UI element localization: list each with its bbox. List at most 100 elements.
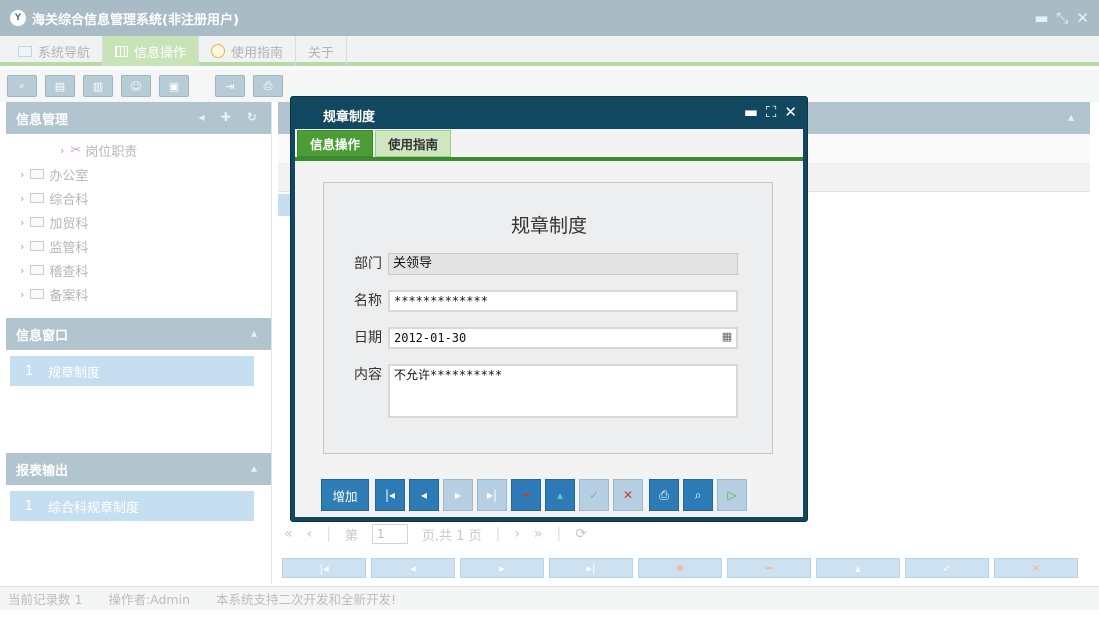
status-notice: 本系统支持二次开发和全新开发!: [216, 592, 397, 607]
list-item[interactable]: 1 规章制度: [10, 356, 254, 386]
date-field[interactable]: 2012-01-30: [388, 327, 738, 349]
tree-item[interactable]: › 综合科: [6, 186, 271, 210]
minimize-icon[interactable]: ▬: [744, 103, 758, 121]
name-row: 名称 *************: [354, 290, 738, 312]
tree-item[interactable]: › 办公室: [6, 162, 271, 186]
last-record-button[interactable]: ▸|: [477, 479, 507, 511]
form-heading: 规章制度: [510, 215, 587, 237]
delete-record-button[interactable]: ━: [727, 558, 811, 578]
tree-item[interactable]: › 稽查科: [6, 258, 271, 282]
tree-view: › ✂ 岗位职责 › 办公室 › 综合科 › 加贸科 › 监管科 › 稽查科 ›…: [6, 134, 271, 318]
add-button[interactable]: 增加: [321, 479, 369, 511]
tree-item[interactable]: › 监管科: [6, 234, 271, 258]
panel-controls[interactable]: ◂ ✚ ↻: [199, 110, 264, 124]
calendar-icon[interactable]: ▦: [718, 328, 736, 346]
page-total-label: 页,共 1 页: [421, 528, 482, 544]
separator: |: [556, 526, 562, 542]
modal-tabs: 信息操作 使用指南: [295, 129, 803, 161]
document-icon[interactable]: ▥: [83, 75, 113, 97]
printer-icon[interactable]: ⎙: [649, 479, 679, 511]
confirm-button[interactable]: ✓: [579, 479, 609, 511]
grid-row-selector[interactable]: [278, 194, 290, 216]
tab-label: 使用指南: [231, 45, 284, 61]
printer-icon[interactable]: ⎙: [253, 75, 283, 97]
cancel-button[interactable]: ✕: [994, 558, 1078, 578]
content-row: 内容 不允许**********: [354, 364, 738, 418]
chevron-right-icon: ›: [20, 263, 25, 277]
tree-item[interactable]: › 加贸科: [6, 210, 271, 234]
content-textarea[interactable]: 不允许**********: [388, 364, 738, 418]
row-number: 1: [24, 498, 34, 514]
folder-icon: [30, 241, 45, 251]
collapse-icon[interactable]: ▴: [251, 461, 263, 475]
tab-about[interactable]: 关于: [296, 36, 348, 66]
panel-title: 报表输出: [16, 463, 69, 479]
modal-title: 规章制度: [323, 110, 376, 125]
monitor-icon: [18, 45, 32, 57]
search-icon[interactable]: ⌕: [7, 75, 37, 97]
modal-window-controls: ▬ ⛶ ✕: [744, 103, 797, 121]
edit-button[interactable]: ▴: [545, 479, 575, 511]
prev-page-icon[interactable]: ‹: [307, 526, 313, 542]
list-item[interactable]: 1 综合科规章制度: [10, 491, 254, 521]
chevron-right-icon: ›: [20, 191, 25, 205]
prev-record-button[interactable]: ◂: [371, 558, 455, 578]
next-record-button[interactable]: ▸: [443, 479, 473, 511]
image-icon[interactable]: ▣: [159, 75, 189, 97]
last-record-button[interactable]: ▸|: [549, 558, 633, 578]
first-record-button[interactable]: |◂: [375, 479, 405, 511]
first-record-button[interactable]: |◂: [282, 558, 366, 578]
user-icon[interactable]: ☺: [121, 75, 151, 97]
preview-icon[interactable]: ⌕: [683, 479, 713, 511]
list-item-label: 综合科规章制度: [48, 500, 140, 516]
grid-icon: [115, 45, 129, 57]
tree-label: 稽查科: [49, 264, 89, 280]
confirm-button[interactable]: ✓: [905, 558, 989, 578]
minimize-icon[interactable]: ▬: [1034, 9, 1048, 27]
collapse-icon[interactable]: ▴: [251, 326, 263, 340]
restore-icon[interactable]: ⤡: [1056, 9, 1068, 27]
delete-button[interactable]: ━: [511, 479, 541, 511]
tab-info-operation[interactable]: 信息操作: [103, 36, 200, 66]
tree-item[interactable]: › 备案科: [6, 282, 271, 306]
export-icon[interactable]: ⇥: [215, 75, 245, 97]
next-record-button[interactable]: ▸: [460, 558, 544, 578]
folder-icon: [30, 289, 45, 299]
menu-bar: 系统导航 信息操作 使用指南 关于: [0, 36, 1099, 66]
next-page-icon[interactable]: ›: [514, 526, 520, 542]
panel-title: 信息管理: [16, 112, 69, 128]
tab-label: 系统导航: [38, 45, 91, 61]
clock-icon: [211, 44, 226, 58]
tab-info-operation[interactable]: 信息操作: [297, 130, 374, 157]
app-titlebar: Y 海关综合信息管理系统(非注册用户): [0, 0, 1099, 36]
chevron-right-icon: ›: [20, 215, 25, 229]
prev-record-button[interactable]: ◂: [409, 479, 439, 511]
last-page-icon[interactable]: »: [534, 526, 543, 542]
play-icon[interactable]: ▷: [717, 479, 747, 511]
close-icon[interactable]: ✕: [1076, 9, 1089, 27]
refresh-icon[interactable]: ⟳: [575, 526, 587, 542]
maximize-icon[interactable]: ⛶: [766, 103, 777, 121]
tab-system-nav[interactable]: 系统导航: [6, 36, 104, 66]
record-count: 当前记录数 1: [8, 592, 83, 607]
chevron-right-icon: ›: [60, 143, 65, 157]
name-field[interactable]: *************: [388, 290, 738, 312]
chevron-right-icon: ›: [20, 287, 25, 301]
page-input[interactable]: 1: [371, 524, 408, 544]
separator: |: [326, 526, 331, 542]
bottom-action-row: |◂ ◂ ▸ ▸| ✚ ━ ▴ ✓ ✕: [282, 558, 1078, 578]
first-page-icon[interactable]: «: [284, 526, 293, 542]
tree-item[interactable]: › ✂ 岗位职责: [6, 138, 271, 162]
add-record-button[interactable]: ✚: [638, 558, 722, 578]
edit-record-button[interactable]: ▴: [816, 558, 900, 578]
close-icon[interactable]: ✕: [784, 103, 797, 121]
collapse-icon[interactable]: ▴: [1068, 110, 1074, 124]
tab-user-guide[interactable]: 使用指南: [199, 36, 297, 66]
window-controls: ▬ ⤡ ✕: [1034, 9, 1089, 27]
cancel-button[interactable]: ✕: [613, 479, 643, 511]
chevron-right-icon: ›: [20, 167, 25, 181]
tab-user-guide[interactable]: 使用指南: [375, 130, 452, 157]
tree-label: 岗位职责: [85, 144, 138, 160]
dept-label: 部门: [354, 256, 382, 272]
list-icon[interactable]: ▤: [45, 75, 75, 97]
